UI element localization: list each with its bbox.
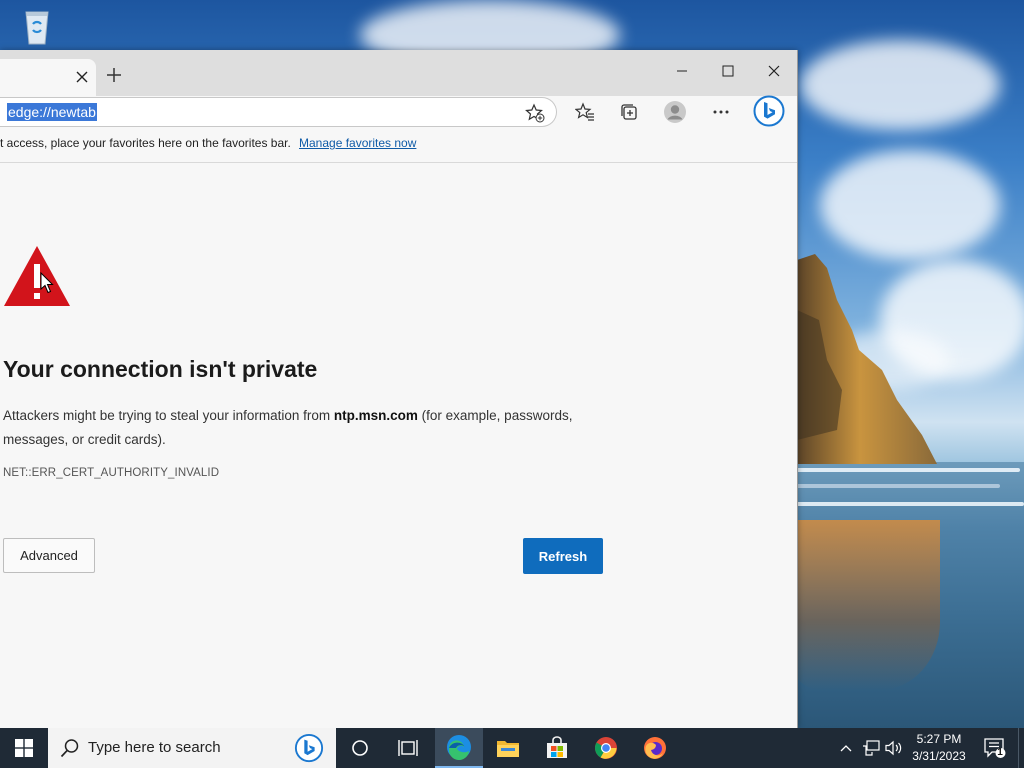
edge-icon [447, 735, 471, 760]
maximize-button[interactable] [705, 50, 751, 92]
wave-foam [780, 502, 1024, 506]
bing-icon [753, 95, 785, 127]
cortana-icon [352, 740, 368, 756]
advanced-button[interactable]: Advanced [3, 538, 95, 573]
show-desktop-button[interactable] [1018, 728, 1024, 768]
error-description-text: Attackers might be trying to steal your … [3, 408, 334, 423]
search-icon [60, 739, 79, 758]
error-title: Your connection isn't private [3, 356, 318, 382]
cloud [820, 150, 1000, 260]
clock-time: 5:27 PM [916, 732, 962, 746]
manage-favorites-link[interactable]: Manage favorites now [299, 136, 416, 150]
profile-button[interactable] [661, 98, 689, 126]
bing-icon[interactable] [294, 733, 324, 763]
store-icon [547, 736, 567, 758]
taskbar-clock[interactable]: 5:27 PM 3/31/2023 [906, 731, 972, 765]
cliff-rock [797, 254, 937, 464]
network-icon [863, 740, 880, 756]
recycle-bin-icon[interactable] [17, 6, 57, 46]
network-button[interactable] [861, 738, 881, 758]
more-icon [713, 110, 729, 114]
cloud [800, 40, 1000, 130]
speaker-icon [885, 740, 902, 756]
avatar-icon [664, 101, 686, 123]
chrome-icon [595, 737, 617, 759]
wave-foam [780, 484, 1000, 488]
chevron-up-icon [840, 745, 852, 752]
address-bar[interactable]: edge://newtab [0, 97, 557, 127]
favorites-button[interactable] [571, 98, 599, 126]
volume-button[interactable] [884, 738, 904, 758]
collections-button[interactable] [615, 98, 643, 126]
task-view-icon [398, 740, 418, 756]
refresh-button[interactable]: Refresh [523, 538, 603, 574]
warning-icon [4, 246, 70, 306]
maximize-icon [722, 65, 734, 77]
minimize-button[interactable] [659, 50, 705, 92]
windows-logo-icon [15, 739, 33, 757]
notification-count-badge: 1 [997, 747, 1003, 758]
add-favorite-icon[interactable] [524, 102, 546, 124]
address-input[interactable]: edge://newtab [7, 103, 97, 121]
browser-window: edge://newtab t access, place your favor… [0, 50, 798, 728]
taskbar-chrome[interactable] [582, 728, 630, 768]
mouse-cursor-icon [40, 272, 54, 294]
tab-close-button[interactable] [70, 65, 94, 89]
taskbar-edge[interactable] [435, 728, 483, 768]
favorites-bar: t access, place your favorites here on t… [0, 136, 797, 163]
start-button[interactable] [0, 728, 48, 768]
close-icon [768, 65, 780, 77]
taskbar: Type here to search 5:27 PM 3/31/2023 1 [0, 728, 1024, 768]
settings-more-button[interactable] [707, 98, 735, 126]
bing-chat-button[interactable] [752, 94, 786, 128]
error-code: NET::ERR_CERT_AUTHORITY_INVALID [3, 467, 220, 479]
firefox-icon [644, 737, 666, 759]
cortana-button[interactable] [336, 728, 384, 768]
error-domain: ntp.msn.com [333, 408, 418, 423]
favorites-icon [575, 102, 594, 121]
browser-titlebar[interactable] [0, 50, 797, 96]
minimize-icon [677, 70, 687, 72]
favorites-bar-message: t access, place your favorites here on t… [0, 136, 291, 150]
close-icon [76, 71, 88, 83]
collections-icon [621, 104, 637, 120]
folder-icon [497, 741, 519, 757]
search-input[interactable]: Type here to search [88, 739, 221, 756]
notification-center-button[interactable]: 1 [982, 738, 1008, 758]
plus-icon [107, 68, 121, 82]
active-tab[interactable] [0, 59, 96, 96]
taskbar-microsoft-store[interactable] [533, 728, 581, 768]
new-tab-button[interactable] [102, 63, 126, 87]
cliff-reflection [790, 520, 940, 690]
close-window-button[interactable] [751, 50, 797, 92]
error-description: Attackers might be trying to steal your … [3, 404, 613, 452]
task-view-button[interactable] [384, 728, 432, 768]
clock-date: 3/31/2023 [912, 749, 966, 763]
show-hidden-icons-button[interactable] [836, 738, 856, 758]
taskbar-search[interactable]: Type here to search [48, 728, 336, 768]
taskbar-firefox[interactable] [631, 728, 679, 768]
taskbar-file-explorer[interactable] [484, 728, 532, 768]
